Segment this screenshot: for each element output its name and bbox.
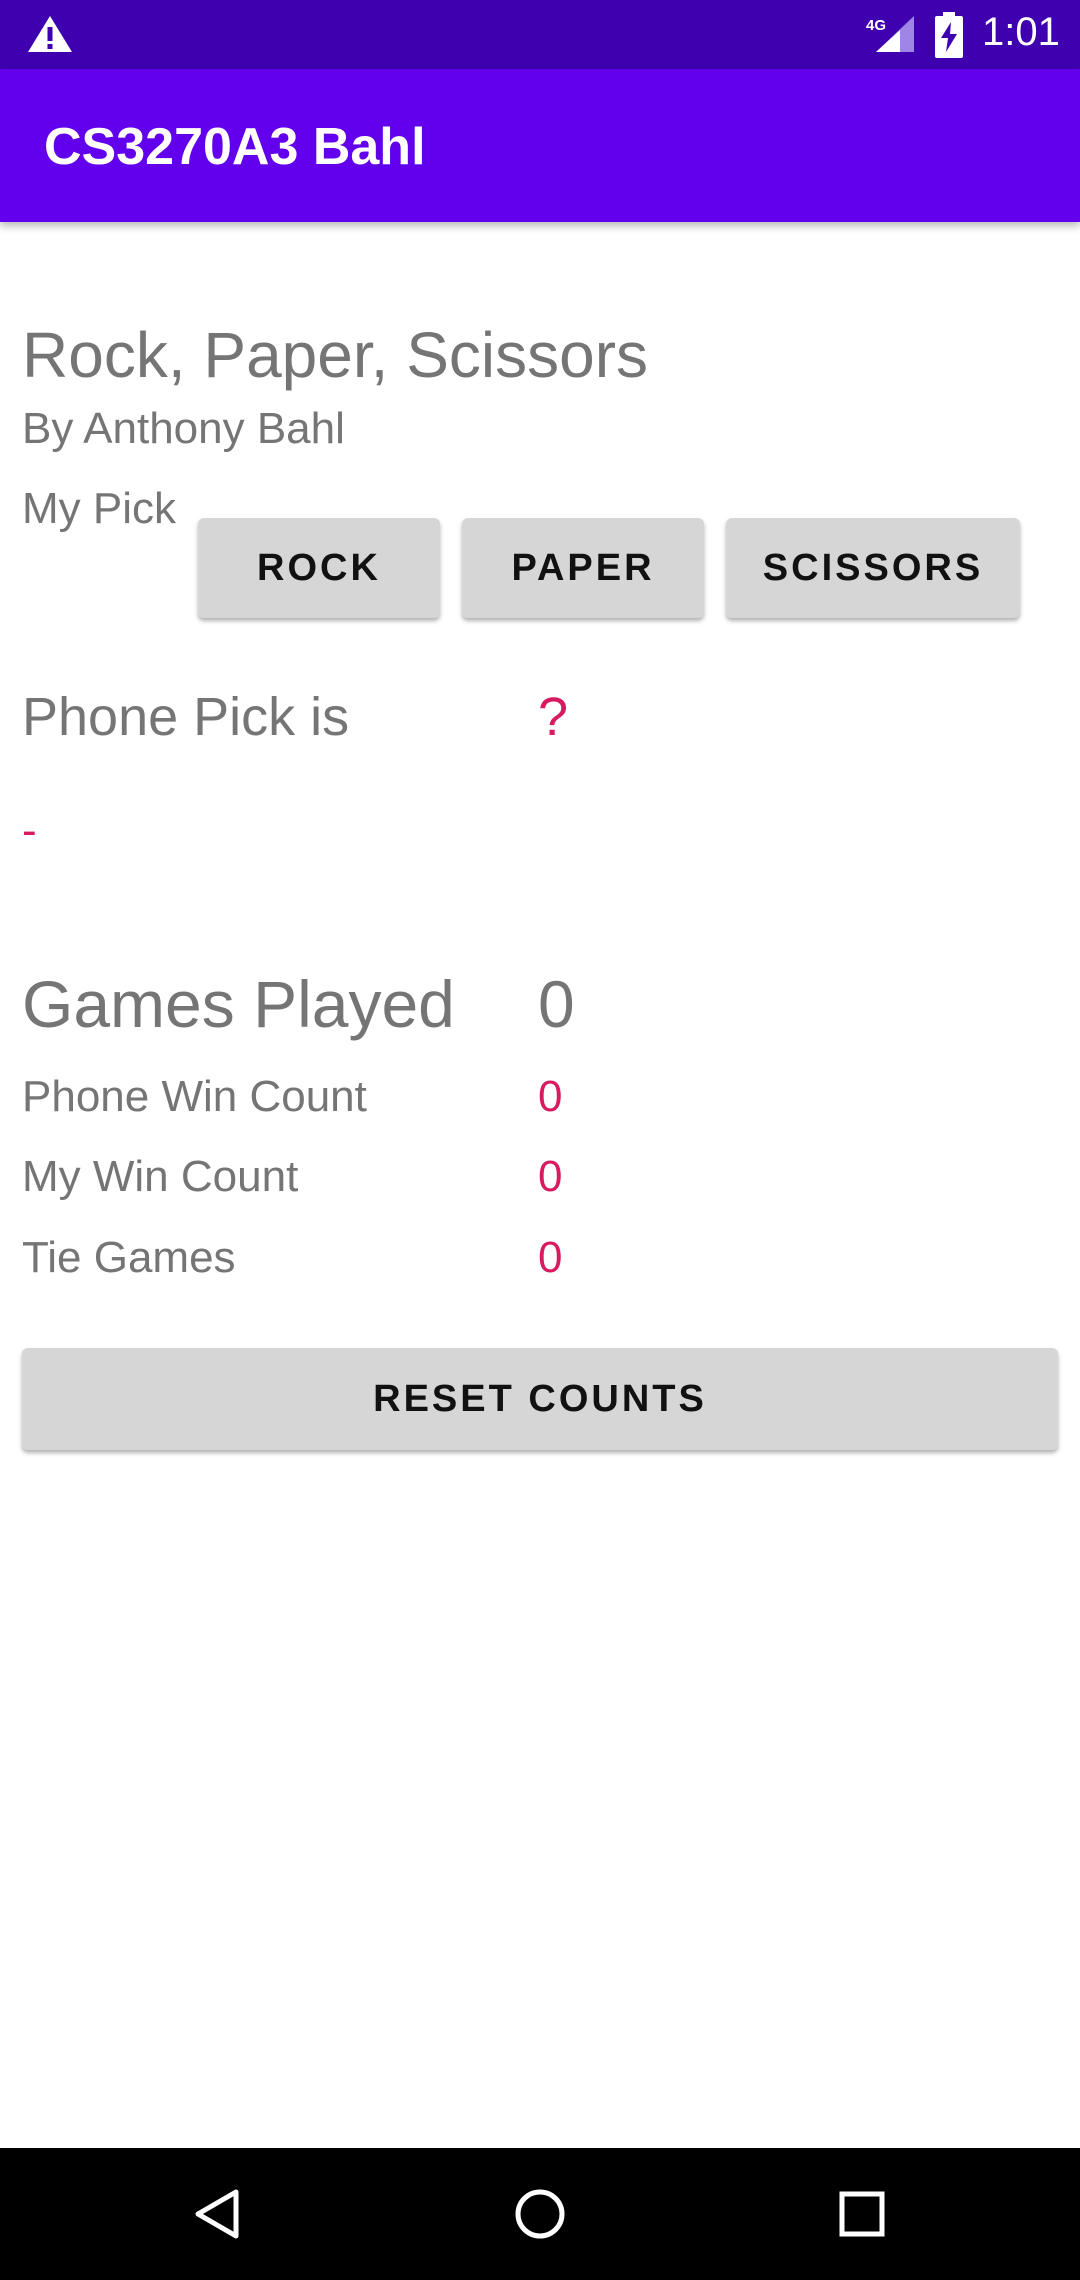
tie-games-label: Tie Games	[22, 1233, 236, 1282]
status-bar: 4G 1:01	[0, 0, 1080, 69]
my-pick-label: My Pick	[22, 484, 176, 533]
battery-charging-icon	[935, 12, 963, 58]
back-icon[interactable]	[190, 2186, 246, 2242]
app-title: CS3270A3 Bahl	[44, 118, 426, 176]
phone-win-count-value: 0	[538, 1072, 563, 1121]
scissors-button[interactable]: SCISSORS	[726, 518, 1020, 618]
status-time: 1:01	[982, 10, 1060, 54]
games-played-value: 0	[538, 967, 575, 1041]
warning-icon	[28, 16, 72, 52]
app-bar: CS3270A3 Bahl	[0, 69, 1080, 222]
phone-win-count-label: Phone Win Count	[22, 1072, 367, 1121]
navigation-bar	[0, 2148, 1080, 2280]
screen: 4G 1:01 CS3270A3 Bahl Rock, Paper, Sciss…	[0, 0, 1080, 2280]
phone-pick-value: ?	[538, 687, 569, 747]
svg-text:4G: 4G	[866, 17, 886, 34]
paper-button[interactable]: PAPER	[462, 518, 704, 618]
my-win-count-value: 0	[538, 1152, 563, 1201]
games-played-label: Games Played	[22, 967, 455, 1041]
phone-pick-label: Phone Pick is	[22, 687, 350, 747]
signal-icon: 4G	[866, 16, 914, 52]
recents-icon[interactable]	[834, 2186, 890, 2242]
tie-games-value: 0	[538, 1233, 563, 1282]
rock-button[interactable]: ROCK	[198, 518, 440, 618]
game-title: Rock, Paper, Scissors	[22, 319, 648, 391]
home-icon[interactable]	[512, 2186, 568, 2242]
reset-counts-button[interactable]: RESET COUNTS	[22, 1348, 1058, 1450]
author-label: By Anthony Bahl	[22, 404, 345, 453]
my-win-count-label: My Win Count	[22, 1152, 299, 1201]
result-text: -	[22, 806, 37, 855]
